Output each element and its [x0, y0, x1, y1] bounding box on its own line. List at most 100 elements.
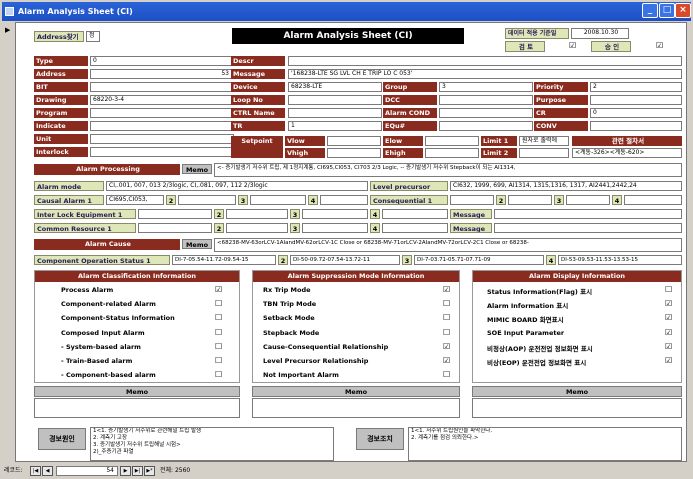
display-item-checkbox[interactable]: ☑ [665, 328, 672, 337]
device-field[interactable]: 68238-LTE [288, 82, 382, 92]
review-checkbox[interactable]: ☑ [569, 41, 578, 50]
loopno-field[interactable] [288, 95, 382, 105]
classification-item-checkbox[interactable]: ☑ [215, 285, 222, 294]
equ-field[interactable] [439, 121, 533, 131]
alarm-reason-field[interactable]: 1<1. 증기발생기 저수위로 관련해널 트립 발생 2. 계측기 고장 3. … [90, 427, 334, 461]
address-field[interactable]: 53 [90, 69, 234, 79]
first-record-button[interactable]: |◀ [30, 466, 41, 476]
record-number-input[interactable]: 54 [56, 466, 118, 476]
data-date-field[interactable]: 2008.10.30 [571, 28, 629, 39]
ehigh-field[interactable] [425, 148, 479, 158]
vlow-field[interactable] [327, 136, 381, 146]
consequential-4-field[interactable] [624, 195, 682, 205]
message-field[interactable]: '168238-LTE SG LVL CH E TRIP LO C 053' [288, 69, 682, 79]
classification-item-checkbox[interactable]: ☐ [215, 328, 222, 337]
descr-field[interactable] [288, 56, 682, 66]
record-selector[interactable]: ▶ [3, 22, 13, 462]
interlock-equipment-4-field[interactable] [382, 209, 448, 219]
common-resource-1-field[interactable] [138, 223, 212, 233]
component-status-3-field[interactable]: DI-7-03.71-05.71-07.71-09 [414, 255, 544, 265]
vhigh-field[interactable] [327, 148, 381, 158]
record-nav-label: 레코드: [4, 467, 23, 474]
limit2-field[interactable] [519, 148, 569, 158]
component-status-1-field[interactable]: DI-7-05.54-11.72-09.54-15 [172, 255, 276, 265]
display-item-checkbox[interactable]: ☑ [665, 299, 672, 308]
limit1-field[interactable]: 원자로 출력에 [519, 136, 569, 146]
common-message-field[interactable] [494, 223, 682, 233]
cause-memo-button[interactable]: Memo [182, 239, 212, 249]
cr-field[interactable]: 0 [590, 108, 682, 118]
classification-memo-field[interactable] [34, 398, 240, 418]
display-item-checkbox[interactable]: ☑ [665, 313, 672, 322]
level-precursor-label: Level precursor [370, 181, 448, 191]
related-procedure-field[interactable]: <계통-326><계통-620> [572, 148, 682, 158]
classification-item-checkbox[interactable]: ☐ [215, 299, 222, 308]
tr-field[interactable]: 1 [288, 121, 382, 131]
component-status-4-field[interactable]: DI-53-09.53-11.53-13.53-15 [558, 255, 682, 265]
processing-memo-button[interactable]: Memo [182, 164, 212, 174]
minimize-button[interactable]: _ [642, 3, 658, 18]
suppression-item-checkbox[interactable]: ☑ [443, 285, 450, 294]
suppression-memo-field[interactable] [252, 398, 460, 418]
alarm-mode-label: Alarm mode [34, 181, 104, 191]
causal-alarm-1-field[interactable]: CI695,CI053, [106, 195, 164, 205]
type-field[interactable]: 0 [90, 56, 234, 66]
suppression-item-checkbox[interactable]: ☐ [443, 370, 450, 379]
last-record-button[interactable]: ▶| [132, 466, 143, 476]
bit-field[interactable] [90, 82, 234, 92]
interlock-message-field[interactable] [494, 209, 682, 219]
classification-item-checkbox[interactable]: ☐ [215, 370, 222, 379]
approve-checkbox[interactable]: ☑ [656, 41, 665, 50]
purpose-field[interactable] [590, 95, 682, 105]
suppression-item-checkbox[interactable]: ☐ [443, 313, 450, 322]
cause-memo-field[interactable]: <68238-MV-63orLCV-1AIandMV-62orLCV-1C Cl… [214, 238, 682, 252]
drawing-field[interactable]: 68220-3-4 [90, 95, 234, 105]
interlock-equipment-2-field[interactable] [226, 209, 288, 219]
interlock-equipment-1-field[interactable] [138, 209, 212, 219]
alarm-mode-field[interactable]: CI,.001, 007, 013 2/3logic, CI,.081, 097… [106, 181, 368, 191]
level-precursor-field[interactable]: CI632, 1999, 699, AI1314, 1315,1316, 131… [450, 181, 682, 191]
display-memo-field[interactable] [472, 398, 682, 418]
interlock-equipment-3-field[interactable] [302, 209, 368, 219]
consequential-2-field[interactable] [508, 195, 552, 205]
elow-field[interactable] [425, 136, 479, 146]
dcc-field[interactable] [439, 95, 533, 105]
new-record-button[interactable]: ▶* [144, 466, 155, 476]
suppression-item-checkbox[interactable]: ☐ [443, 299, 450, 308]
alarm-action-field[interactable]: 1<1. 저수위 트립원인을 파악한다. 2. 계측기를 점검 의뢰한다.> [408, 427, 682, 461]
conv-field[interactable] [590, 121, 682, 131]
group-field[interactable]: 3 [439, 82, 533, 92]
consequential-1-field[interactable] [450, 195, 494, 205]
address-search-input[interactable]: 정 [86, 31, 100, 42]
indicate-field[interactable] [90, 121, 234, 131]
component-status-2-field[interactable]: DI-50-09.72-07.54-13.72-11 [290, 255, 400, 265]
classification-item-checkbox[interactable]: ☐ [215, 342, 222, 351]
classification-item-checkbox[interactable]: ☐ [215, 313, 222, 322]
processing-memo-field[interactable]: <- 증기발생기 저수위 트립, 제 1정지계통, CI695,CI053, C… [214, 163, 682, 177]
priority-field[interactable]: 2 [590, 82, 682, 92]
program-field[interactable] [90, 108, 234, 118]
equ-label: EQu# [383, 121, 437, 131]
suppression-item-checkbox[interactable]: ☐ [443, 328, 450, 337]
causal-alarm-2-field[interactable] [178, 195, 236, 205]
common-resource-3-field[interactable] [302, 223, 368, 233]
unit-field[interactable] [90, 134, 234, 144]
interlock-field[interactable] [90, 147, 234, 157]
causal-alarm-3-field[interactable] [250, 195, 306, 205]
common-resource-4-field[interactable] [382, 223, 448, 233]
close-button[interactable]: × [675, 3, 691, 18]
prev-record-button[interactable]: ◀ [42, 466, 53, 476]
maximize-button[interactable]: □ [659, 3, 675, 18]
alarmcond-field[interactable] [439, 108, 533, 118]
suppression-item-checkbox[interactable]: ☑ [443, 356, 450, 365]
suppression-item-checkbox[interactable]: ☑ [443, 342, 450, 351]
display-item-checkbox[interactable]: ☑ [665, 356, 672, 365]
next-record-button[interactable]: ▶ [120, 466, 131, 476]
consequential-3-field[interactable] [566, 195, 610, 205]
ctrlname-field[interactable] [288, 108, 382, 118]
causal-alarm-4-field[interactable] [320, 195, 368, 205]
display-item-checkbox[interactable]: ☑ [665, 342, 672, 351]
common-resource-2-field[interactable] [226, 223, 288, 233]
display-item-checkbox[interactable]: ☐ [665, 285, 672, 294]
classification-item-checkbox[interactable]: ☐ [215, 356, 222, 365]
